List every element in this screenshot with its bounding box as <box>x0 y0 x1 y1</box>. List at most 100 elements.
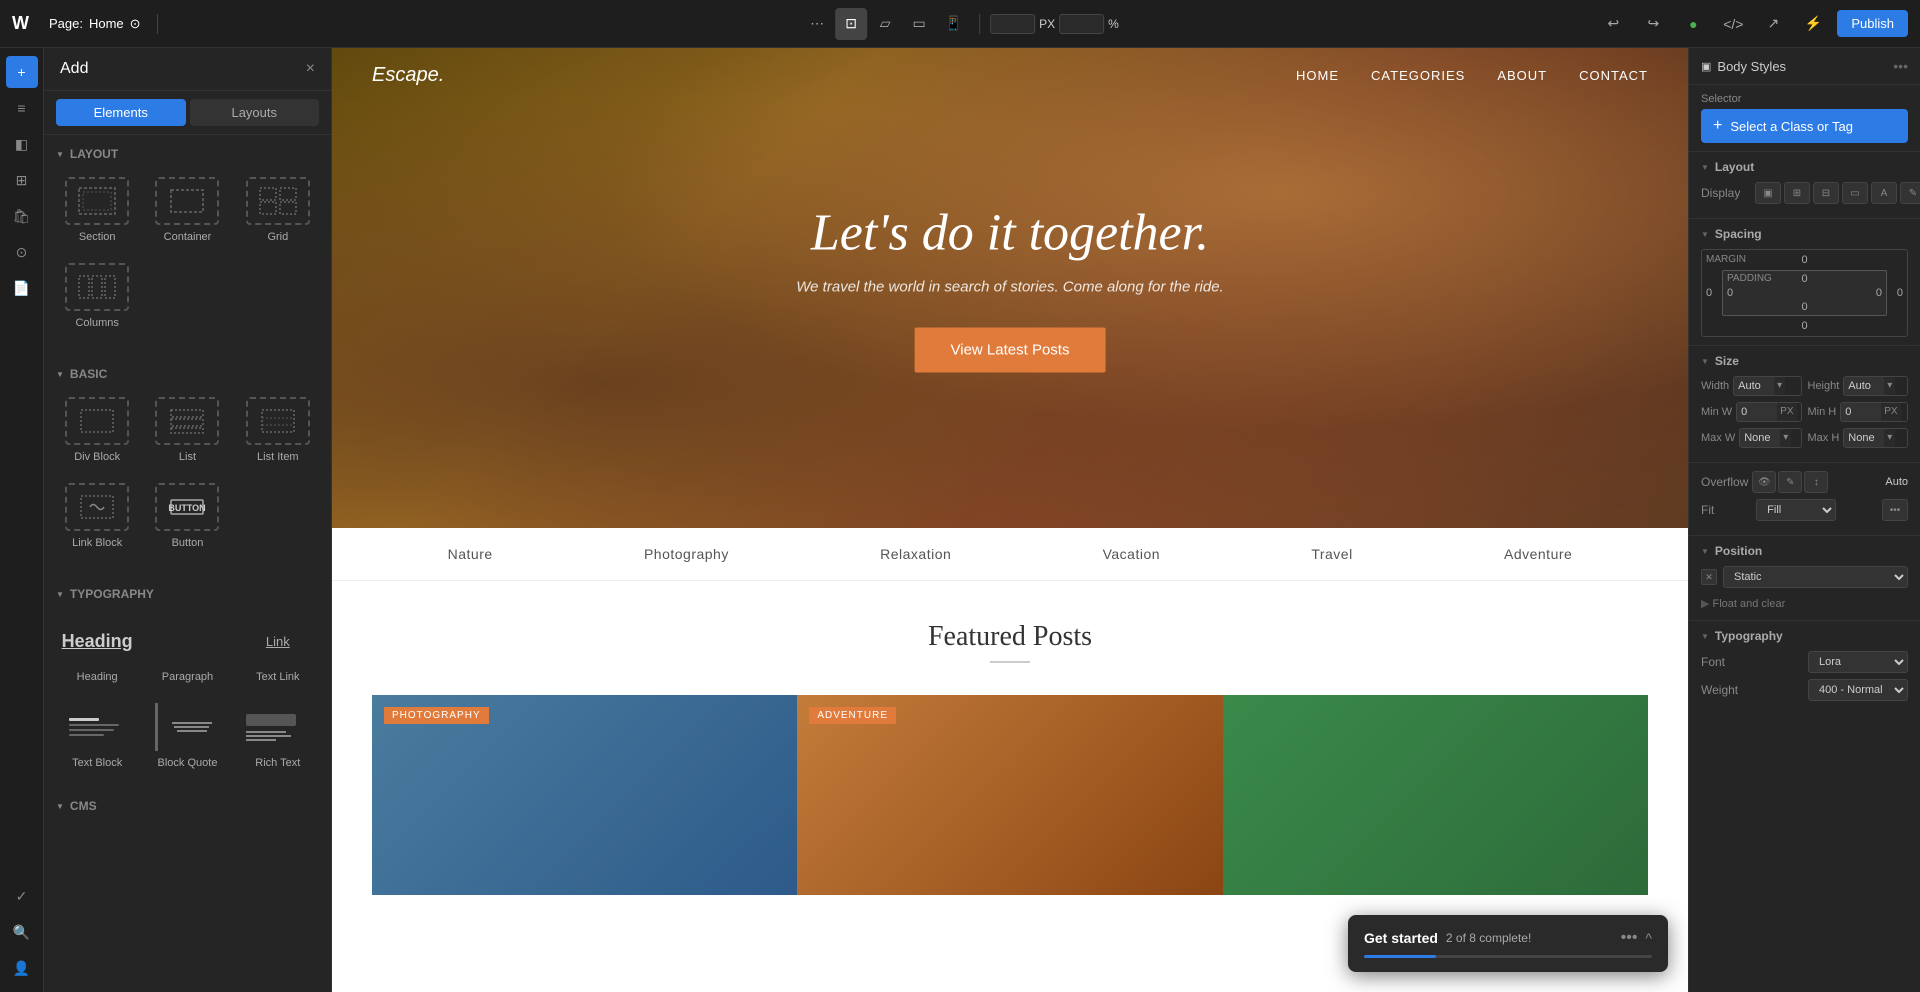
element-columns[interactable]: Columns <box>56 257 138 335</box>
sidebar-users-icon[interactable]: 👤 <box>6 952 38 984</box>
maxw-input[interactable] <box>1740 429 1780 447</box>
display-text-btn[interactable]: A <box>1871 182 1897 204</box>
code-btn[interactable]: </> <box>1717 8 1749 40</box>
height-unit[interactable]: ▾ <box>1884 377 1895 395</box>
tablet-view-btn[interactable]: ▱ <box>869 8 901 40</box>
toast-collapse-btn[interactable]: ^ <box>1645 930 1652 946</box>
width-unit[interactable]: ▾ <box>1774 377 1785 395</box>
category-adventure[interactable]: Adventure <box>1504 546 1572 562</box>
overflow-scroll-btn[interactable]: ↕ <box>1804 471 1828 493</box>
status-btn[interactable]: ● <box>1677 8 1709 40</box>
nav-home[interactable]: HOME <box>1296 68 1339 83</box>
site-nav-links: HOME CATEGORIES ABOUT CONTACT <box>1296 68 1648 83</box>
float-expand-btn[interactable]: ▶ <box>1701 598 1713 610</box>
element-list[interactable]: List <box>146 391 228 469</box>
element-textlink[interactable]: Link Text Link <box>237 611 319 689</box>
featured-divider <box>990 661 1030 663</box>
display-grid-btn[interactable]: ⊟ <box>1813 182 1839 204</box>
fit-more-btn[interactable]: ••• <box>1882 499 1908 521</box>
more-options-btn[interactable]: ⋯ <box>801 8 833 40</box>
element-paragraph[interactable]: Paragraph <box>146 611 228 689</box>
maxh-input[interactable] <box>1844 429 1884 447</box>
export-btn[interactable]: ↗ <box>1757 8 1789 40</box>
paragraph-label: Paragraph <box>162 671 213 683</box>
sidebar-ecommerce-icon[interactable]: 🛍 <box>6 200 38 232</box>
rt-line-3 <box>246 739 276 741</box>
canvas-width-input[interactable]: 1088 <box>990 14 1035 34</box>
element-textblock[interactable]: Text Block <box>56 697 138 775</box>
element-listitem[interactable]: List Item <box>237 391 319 469</box>
maxh-unit[interactable]: ▾ <box>1884 429 1895 447</box>
minw-input[interactable] <box>1737 403 1777 421</box>
hero-cta-btn[interactable]: View Latest Posts <box>915 328 1106 373</box>
sidebar-search-icon[interactable]: 🔍 <box>6 916 38 948</box>
category-relaxation[interactable]: Relaxation <box>880 546 951 562</box>
margin-right-value[interactable]: 0 <box>1897 287 1903 299</box>
element-button[interactable]: BUTTON Button <box>146 477 228 555</box>
overflow-visible-btn[interactable]: 👁 <box>1752 471 1776 493</box>
display-none-btn[interactable]: ✎ <box>1900 182 1920 204</box>
overflow-hidden-btn[interactable]: ✎ <box>1778 471 1802 493</box>
tab-elements[interactable]: Elements <box>56 99 186 126</box>
category-travel[interactable]: Travel <box>1311 546 1352 562</box>
nav-about[interactable]: ABOUT <box>1497 68 1547 83</box>
element-grid[interactable]: Grid <box>237 171 319 249</box>
add-panel-close-btn[interactable]: × <box>306 60 315 78</box>
landscape-view-btn[interactable]: ▭ <box>903 8 935 40</box>
sidebar-add-icon[interactable]: + <box>6 56 38 88</box>
sidebar-layers-icon[interactable]: ◧ <box>6 128 38 160</box>
width-input[interactable] <box>1734 377 1774 395</box>
maxw-unit[interactable]: ▾ <box>1780 429 1791 447</box>
margin-bottom-value[interactable]: 0 <box>1801 320 1807 332</box>
display-block-btn[interactable]: ▣ <box>1755 182 1781 204</box>
canvas-zoom-input[interactable]: 100 <box>1059 14 1104 34</box>
undo-btn[interactable]: ↩ <box>1597 8 1629 40</box>
position-select[interactable]: Static Relative Absolute Fixed Sticky <box>1723 566 1908 588</box>
category-photography[interactable]: Photography <box>644 546 729 562</box>
redo-btn[interactable]: ↪ <box>1637 8 1669 40</box>
sidebar-cms-icon[interactable]: ⊙ <box>6 236 38 268</box>
sidebar-page-icon[interactable]: 📄 <box>6 272 38 304</box>
cms-btn[interactable]: ⚡ <box>1797 8 1829 40</box>
font-select[interactable]: Lora <box>1808 651 1908 673</box>
element-divblock[interactable]: Div Block <box>56 391 138 469</box>
sidebar-assets-icon[interactable]: ⊞ <box>6 164 38 196</box>
element-heading[interactable]: Heading Heading <box>56 611 138 689</box>
tab-layouts[interactable]: Layouts <box>190 99 320 126</box>
sidebar-check-icon[interactable]: ✓ <box>6 880 38 912</box>
element-linkblock[interactable]: Link Block <box>56 477 138 555</box>
minw-unit[interactable]: PX <box>1777 403 1796 421</box>
height-field: Height ▾ <box>1808 376 1909 396</box>
rp-overflow-section: Overflow 👁 ✎ ↕ Auto Fit Fill Fit Auto ••… <box>1689 463 1920 536</box>
position-x-btn[interactable]: ✕ <box>1701 569 1717 585</box>
desktop-view-btn[interactable]: ⊡ <box>835 8 867 40</box>
fit-select[interactable]: Fill Fit Auto <box>1756 499 1836 521</box>
minh-input[interactable] <box>1841 403 1881 421</box>
minh-unit[interactable]: PX <box>1881 403 1900 421</box>
category-vacation[interactable]: Vacation <box>1103 546 1160 562</box>
padding-left-value[interactable]: 0 <box>1727 287 1733 299</box>
right-panel-more-btn[interactable]: ••• <box>1893 58 1908 74</box>
nav-categories[interactable]: CATEGORIES <box>1371 68 1465 83</box>
mobile-view-btn[interactable]: 📱 <box>937 8 969 40</box>
margin-top-value[interactable]: 0 <box>1801 254 1807 266</box>
element-section[interactable]: Section <box>56 171 138 249</box>
padding-top-value[interactable]: 0 <box>1801 273 1807 285</box>
padding-bottom-value[interactable]: 0 <box>1801 301 1807 313</box>
display-flex-btn[interactable]: ⊞ <box>1784 182 1810 204</box>
weight-select[interactable]: 400 - Normal 700 - Bold <box>1808 679 1908 701</box>
height-input[interactable] <box>1844 377 1884 395</box>
toast-more-btn[interactable]: ••• <box>1621 929 1638 947</box>
category-nature[interactable]: Nature <box>448 546 493 562</box>
element-container[interactable]: Container <box>146 171 228 249</box>
selector-btn[interactable]: Select a Class or Tag <box>1701 109 1908 143</box>
margin-left-value[interactable]: 0 <box>1706 287 1712 299</box>
padding-right-value[interactable]: 0 <box>1876 287 1882 299</box>
sidebar-nav-icon[interactable]: ≡ <box>6 92 38 124</box>
element-richtext[interactable]: Rich Text <box>237 697 319 775</box>
element-blockquote[interactable]: Block Quote <box>146 697 228 775</box>
nav-contact[interactable]: CONTACT <box>1579 68 1648 83</box>
display-inline-btn[interactable]: ▭ <box>1842 182 1868 204</box>
publish-btn[interactable]: Publish <box>1837 10 1908 37</box>
font-label: Font <box>1701 655 1725 669</box>
